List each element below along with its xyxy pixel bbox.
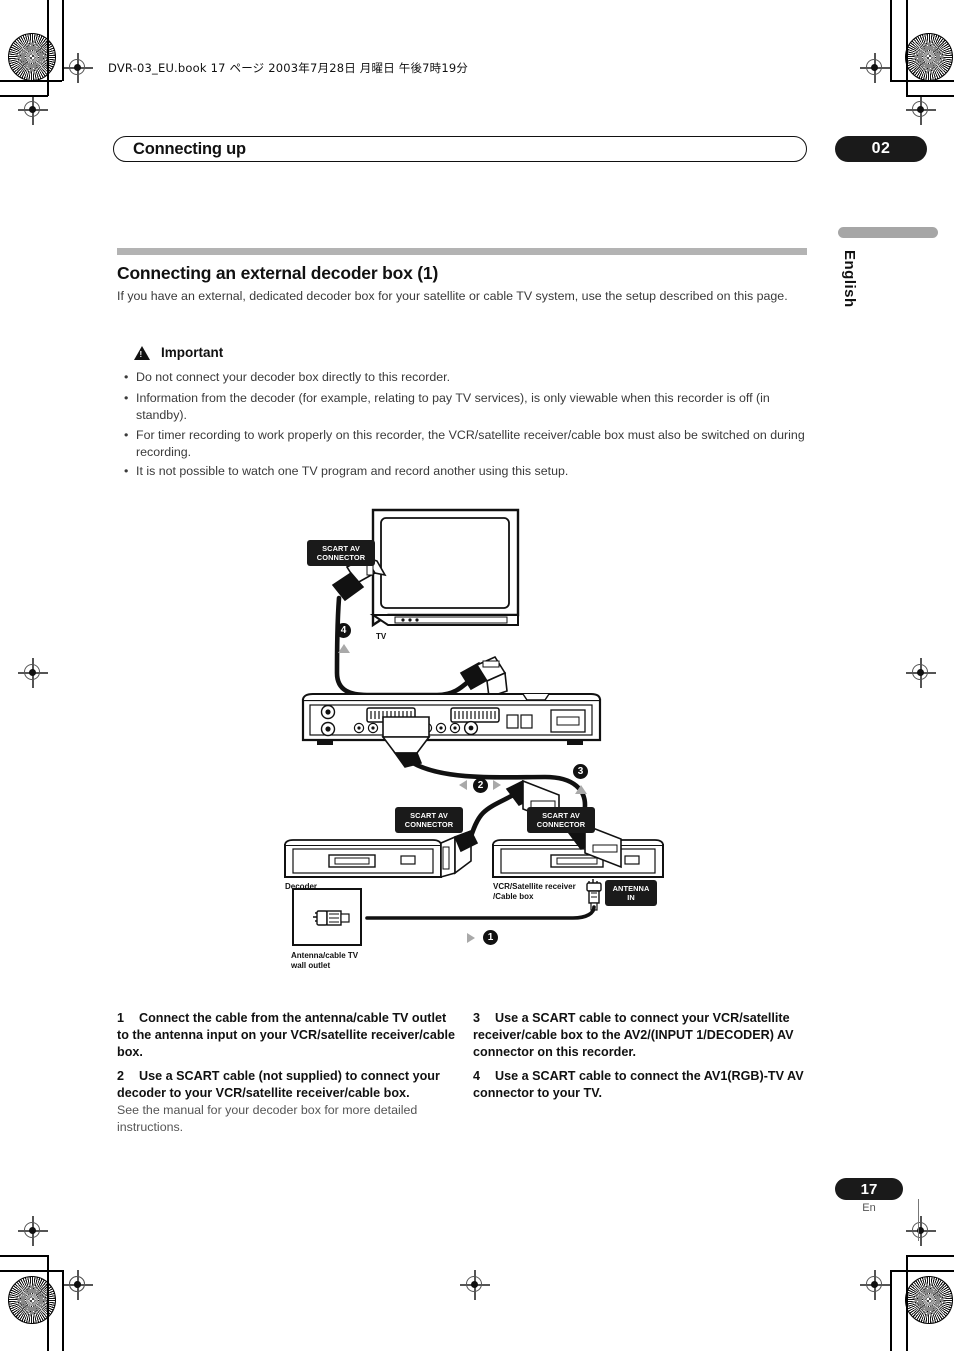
step-3-number: 3	[473, 1011, 481, 1025]
step-2-text: Use a SCART cable (not supplied) to conn…	[117, 1069, 440, 1100]
running-head-title: Connecting up	[133, 140, 246, 158]
trim-line-top-left-h	[0, 80, 62, 82]
label-decoder: Decoder	[285, 882, 318, 891]
callout-4: 4	[336, 623, 351, 638]
important-bullet-4: • It is not possible to watch one TV pro…	[124, 463, 814, 480]
callout-1: 1	[483, 930, 498, 945]
bullet-text: It is not possible to watch one TV progr…	[136, 464, 569, 478]
registration-mark-bottom-center	[18, 1216, 48, 1246]
bullet-marker: •	[124, 428, 129, 442]
bullet-marker: •	[124, 464, 129, 478]
callout-2-arrow-left-icon	[459, 780, 467, 790]
tag-line-1: SCART AV	[410, 810, 448, 820]
registration-mark-footer-center	[460, 1270, 490, 1300]
trim-line-top-left-h2	[0, 95, 48, 97]
tag-scart-av-connector-vcr: SCART AV CONNECTOR	[527, 807, 595, 833]
registration-mark-right-lower	[906, 1216, 936, 1246]
registration-mark-left-middle	[18, 658, 48, 688]
bullet-text: Information from the decoder (for exampl…	[136, 391, 770, 422]
tag-line-1: SCART AV	[542, 810, 580, 820]
trim-line-bottom-left-v2	[47, 1255, 49, 1351]
trim-line-top-right-h2	[906, 95, 954, 97]
trim-line-bottom-right-h2	[906, 1255, 954, 1257]
bullet-text: Do not connect your decoder box directly…	[136, 370, 451, 384]
important-bullet-3: • For timer recording to work properly o…	[124, 427, 814, 460]
trim-line-bottom-right-h	[890, 1270, 954, 1272]
color-registration-target-bottom-right	[905, 1276, 953, 1324]
tag-line-2: CONNECTOR	[316, 553, 366, 562]
page-number-badge: 17	[835, 1178, 903, 1200]
step-4-text: Use a SCART cable to connect the AV1(RGB…	[473, 1069, 804, 1100]
trim-line-top-right-h	[890, 80, 954, 82]
registration-mark-right-upper	[906, 95, 936, 125]
step-4-number: 4	[473, 1069, 481, 1083]
tag-antenna-in: ANTENNA IN	[605, 880, 657, 906]
tag-line-1: ANTENNA	[612, 883, 650, 893]
section-intro: If you have an external, dedicated decod…	[117, 289, 788, 303]
label-vcr-satellite-receiver: VCR/Satellite receiver /Cable box	[493, 882, 576, 901]
important-label: Important	[161, 345, 224, 360]
section-rule	[117, 248, 807, 255]
page-language-code: En	[862, 1202, 876, 1214]
registration-mark-top-left	[63, 53, 93, 83]
step-2: 2 Use a SCART cable (not supplied) to con…	[117, 1068, 457, 1102]
callout-2: 2	[473, 778, 488, 793]
language-rail-bar	[838, 227, 938, 238]
bullet-marker: •	[124, 391, 129, 405]
color-registration-target-bottom-left	[8, 1276, 56, 1324]
important-bullet-2: • Information from the decoder (for exam…	[124, 390, 814, 423]
callout-1-arrow-right-icon	[467, 933, 475, 943]
bullet-text: For timer recording to work properly on …	[136, 428, 805, 459]
callout-3: 3	[573, 764, 588, 779]
registration-mark-top-center	[18, 95, 48, 125]
step-1-number: 1	[117, 1011, 125, 1025]
label-antenna-wall-outlet: Antenna/cable TV wall outlet	[291, 951, 359, 970]
chapter-badge: 02	[835, 136, 927, 162]
tag-line-2: IN	[627, 893, 635, 902]
registration-mark-top-right	[860, 53, 890, 83]
language-rail-label: English	[841, 250, 858, 308]
tag-line-2: CONNECTOR	[404, 820, 454, 829]
callout-3-arrow-up-icon	[575, 785, 587, 794]
trim-line-bottom-right-v2	[906, 1255, 908, 1351]
tag-scart-av-connector-decoder: SCART AV CONNECTOR	[395, 807, 463, 833]
footer-rail-line	[918, 1199, 920, 1241]
registration-mark-footer-left	[63, 1270, 93, 1300]
step-3-text: Use a SCART cable to connect your VCR/sa…	[473, 1011, 794, 1059]
callout-2-arrow-right-icon	[493, 780, 501, 790]
tag-scart-av-connector-tv: SCART AV CONNECTOR	[307, 540, 375, 566]
print-file-header: DVR-03_EU.book 17 ページ 2003年7月28日 月曜日 午後7…	[108, 61, 469, 75]
trim-line-top-right-v	[890, 0, 892, 81]
callout-4-arrow-up-icon	[338, 644, 350, 653]
step-3: 3 Use a SCART cable to connect your VCR/s…	[473, 1010, 813, 1061]
tag-line-1: SCART AV	[322, 543, 360, 553]
step-4: 4 Use a SCART cable to connect the AV1(RG…	[473, 1068, 813, 1102]
trim-line-top-left-v2	[47, 0, 49, 96]
trim-line-bottom-left-h	[0, 1270, 62, 1272]
important-bullet-1: • Do not connect your decoder box direct…	[124, 369, 814, 386]
registration-mark-right-middle	[906, 658, 936, 688]
bullet-marker: •	[124, 370, 129, 384]
step-1: 1 Connect the cable from the antenna/cabl…	[117, 1010, 457, 1061]
registration-mark-bottom-right	[860, 1270, 890, 1300]
step-2-number: 2	[117, 1069, 125, 1083]
color-registration-target-top-right	[905, 33, 953, 81]
trim-line-bottom-right-v	[890, 1270, 892, 1351]
diagram-artwork	[284, 508, 664, 946]
tag-line-2: CONNECTOR	[536, 820, 586, 829]
warning-triangle-icon	[134, 346, 150, 360]
label-tv: TV	[376, 632, 387, 641]
step-1-text: Connect the cable from the antenna/cable…	[117, 1011, 456, 1059]
trim-line-top-right-v2	[906, 0, 908, 96]
trim-line-top-left-v	[62, 0, 64, 81]
section-title: Connecting an external decoder box (1)	[117, 263, 439, 283]
trim-line-bottom-left-h2	[0, 1255, 48, 1257]
connection-diagram: SCART AV CONNECTOR SCART AV CONNECTOR SC…	[255, 505, 695, 980]
trim-line-bottom-left-v	[62, 1270, 64, 1351]
color-registration-target-top-left	[8, 33, 56, 81]
step-2-note: See the manual for your decoder box for …	[117, 1103, 418, 1134]
